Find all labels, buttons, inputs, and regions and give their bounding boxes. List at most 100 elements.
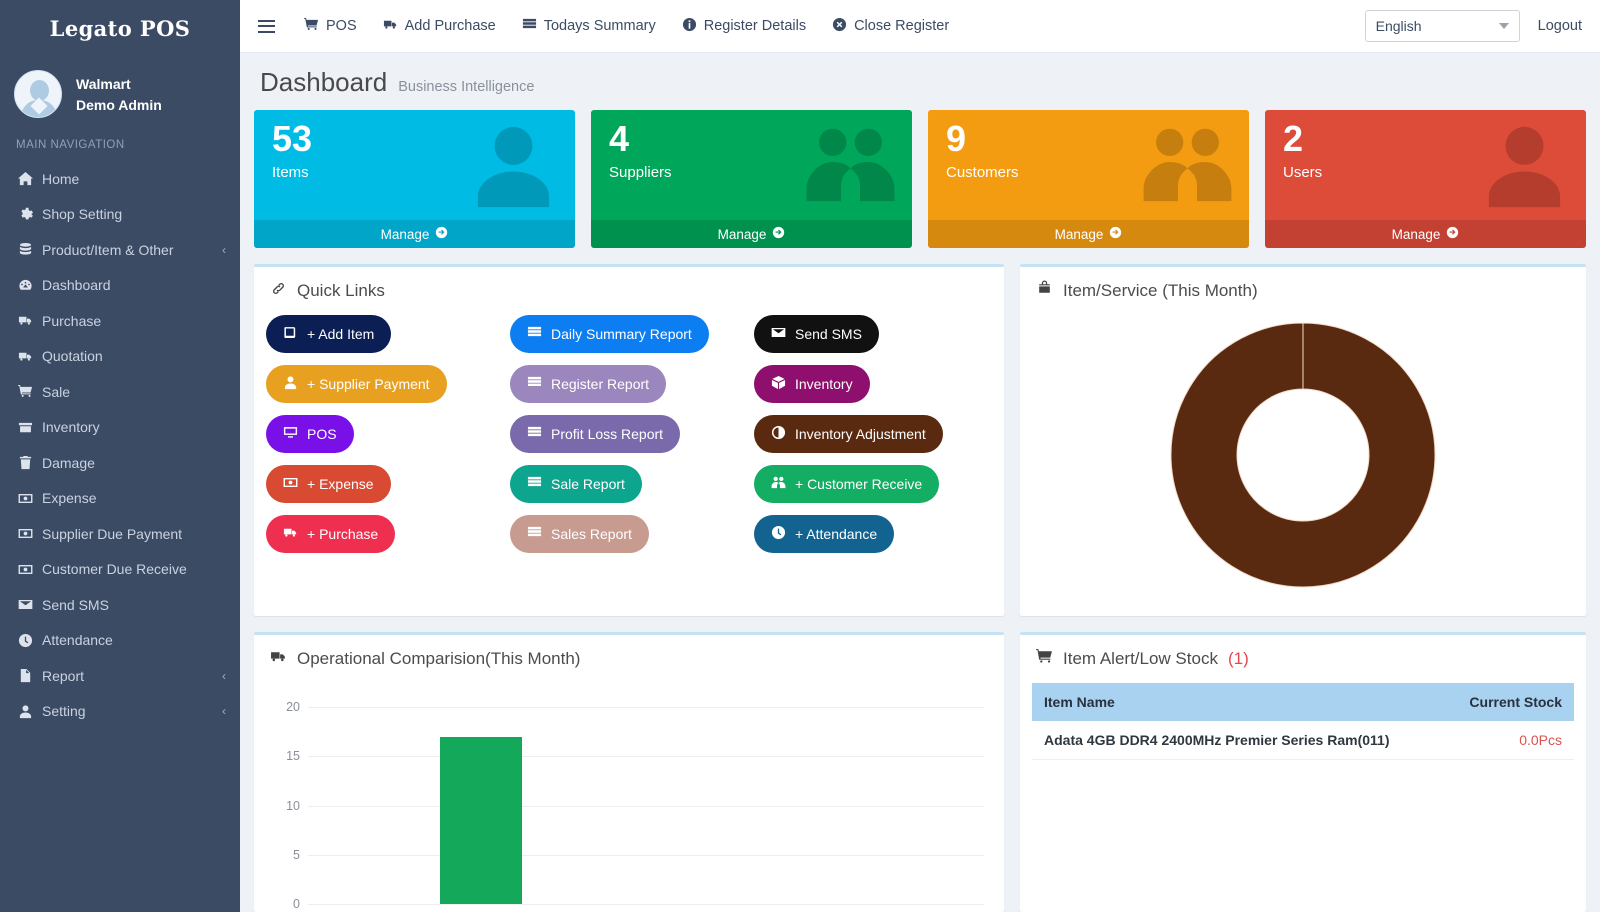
bar-chart: 0 5 10 15 20	[268, 689, 990, 911]
gridline	[308, 904, 984, 905]
quicklink-label: Sale Report	[551, 476, 625, 492]
gridline	[308, 805, 984, 807]
topnav-close-register[interactable]: Close Register	[832, 17, 949, 36]
info-icon	[682, 17, 697, 36]
quicklink-sales-report[interactable]: Sales Report	[510, 515, 649, 553]
stat-card-items[interactable]: 53 Items Manage	[254, 110, 575, 248]
gridline	[308, 707, 984, 708]
y-axis-tick: 20	[286, 700, 300, 714]
sidebar-item-dashboard[interactable]: Dashboard	[0, 268, 240, 304]
sidebar-item-attendance[interactable]: Attendance	[0, 623, 240, 659]
gridline	[308, 756, 984, 758]
quicklink-sale-report[interactable]: Sale Report	[510, 465, 642, 503]
cart-icon	[304, 17, 319, 36]
trash-icon	[18, 455, 42, 470]
sidebar-item-supplier-due-payment[interactable]: Supplier Due Payment	[0, 516, 240, 552]
money-icon	[18, 491, 42, 506]
quicklink-label: POS	[307, 426, 337, 442]
sidebar-item-purchase[interactable]: Purchase	[0, 303, 240, 339]
quicklink-label: Sales Report	[551, 526, 632, 542]
stat-card-customers[interactable]: 9 Customers Manage	[928, 110, 1249, 248]
arrow-circle-icon	[1446, 226, 1459, 242]
sidebar-item-label: Shop Setting	[42, 206, 123, 223]
language-select[interactable]: English	[1364, 10, 1520, 42]
sidebar-item-home[interactable]: Home	[0, 161, 240, 197]
page-subtitle: Business Intelligence	[398, 79, 535, 95]
sidebar-item-sale[interactable]: Sale	[0, 374, 240, 410]
user-icon	[283, 375, 298, 393]
envelope-icon	[18, 597, 42, 612]
list-icon	[527, 375, 542, 393]
page-header: Dashboard Business Intelligence	[254, 53, 1586, 110]
clock-icon	[771, 525, 786, 543]
quicklink-pos[interactable]: POS	[266, 415, 354, 453]
table-column-header: Item Name	[1032, 683, 1444, 721]
sidebar-item-label: Dashboard	[42, 277, 111, 294]
quicklink-expense[interactable]: + Expense	[266, 465, 391, 503]
user-profile[interactable]: Walmart Demo Admin	[0, 57, 240, 131]
quicklink-purchase[interactable]: + Purchase	[266, 515, 396, 553]
quicklink-send-sms[interactable]: Send SMS	[754, 315, 879, 353]
sidebar-item-quotation[interactable]: Quotation	[0, 339, 240, 375]
table-row[interactable]: Adata 4GB DDR4 2400MHz Premier Series Ra…	[1032, 721, 1574, 760]
sidebar-item-expense[interactable]: Expense	[0, 481, 240, 517]
quicklink-inventory-adjustment[interactable]: Inventory Adjustment	[754, 415, 943, 453]
quicklink-add-item[interactable]: + Add Item	[266, 315, 392, 353]
topnav-register-details[interactable]: Register Details	[682, 17, 806, 36]
list-icon	[527, 425, 542, 443]
quicklink-attendance[interactable]: + Attendance	[754, 515, 895, 553]
sidebar-item-inventory[interactable]: Inventory	[0, 410, 240, 446]
sidebar-item-customer-due-receive[interactable]: Customer Due Receive	[0, 552, 240, 588]
item-service-label: Item/Service (This Month)	[1063, 281, 1258, 300]
quick-links-title: Quick Links	[254, 267, 1004, 313]
stat-card-users[interactable]: 2 Users Manage	[1265, 110, 1586, 248]
table-column-header: Current Stock	[1444, 683, 1574, 721]
list-icon	[527, 475, 542, 493]
sidebar-item-label: Sale	[42, 383, 71, 400]
top-navigation: POS Add Purchase Todays Summary Register…	[304, 17, 949, 36]
quicklink-profit-loss-report[interactable]: Profit Loss Report	[510, 415, 681, 453]
quicklink-label: Register Report	[551, 376, 650, 392]
hamburger-menu-icon[interactable]	[254, 19, 288, 33]
sidebar-item-label: Setting	[42, 703, 86, 720]
table-header-row: Item Name Current Stock	[1032, 683, 1574, 721]
topbar: POS Add Purchase Todays Summary Register…	[240, 0, 1600, 53]
quicklink-inventory[interactable]: Inventory	[754, 365, 870, 403]
list-icon	[522, 17, 537, 36]
brand-logo[interactable]: Legato POS	[0, 0, 240, 57]
topnav-pos[interactable]: POS	[304, 17, 357, 36]
stat-manage-link[interactable]: Manage	[1265, 220, 1586, 248]
user-role: Demo Admin	[76, 96, 162, 113]
dashboard-icon	[18, 278, 42, 293]
sidebar-item-send-sms[interactable]: Send SMS	[0, 587, 240, 623]
sidebar-item-setting[interactable]: Setting ‹	[0, 694, 240, 730]
item-alert-label: Item Alert/Low Stock	[1063, 649, 1218, 668]
topnav-label: Close Register	[854, 18, 950, 34]
sidebar-item-label: Send SMS	[42, 596, 109, 613]
main-area: POS Add Purchase Todays Summary Register…	[240, 0, 1600, 912]
stat-manage-link[interactable]: Manage	[591, 220, 912, 248]
quicklink-label: + Supplier Payment	[307, 376, 430, 392]
quicklink-daily-summary-report[interactable]: Daily Summary Report	[510, 315, 709, 353]
sidebar-item-report[interactable]: Report ‹	[0, 658, 240, 694]
stat-card-suppliers[interactable]: 4 Suppliers Manage	[591, 110, 912, 248]
quicklink-register-report[interactable]: Register Report	[510, 365, 667, 403]
quicklink-customer-receive[interactable]: + Customer Receive	[754, 465, 940, 503]
stat-manage-link[interactable]: Manage	[254, 220, 575, 248]
topnav-todays-summary[interactable]: Todays Summary	[522, 17, 656, 36]
close-circle-icon	[832, 17, 847, 36]
sidebar-item-product-item-other[interactable]: Product/Item & Other ‹	[0, 232, 240, 268]
quicklink-supplier-payment[interactable]: + Supplier Payment	[266, 365, 447, 403]
logout-link[interactable]: Logout	[1538, 18, 1588, 34]
quicklink-label: Inventory Adjustment	[795, 426, 926, 442]
table-body: Adata 4GB DDR4 2400MHz Premier Series Ra…	[1032, 721, 1574, 760]
sidebar-item-shop-setting[interactable]: Shop Setting	[0, 197, 240, 233]
sidebar-item-damage[interactable]: Damage	[0, 445, 240, 481]
file-icon	[18, 668, 42, 683]
topnav-add-purchase[interactable]: Add Purchase	[383, 17, 496, 36]
chevron-left-icon: ‹	[222, 242, 226, 257]
stat-manage-link[interactable]: Manage	[928, 220, 1249, 248]
sidebar-item-label: Damage	[42, 454, 95, 471]
sidebar-item-label: Customer Due Receive	[42, 561, 187, 578]
row-upper: Quick Links + Add Item Daily Summary Rep…	[254, 264, 1586, 616]
